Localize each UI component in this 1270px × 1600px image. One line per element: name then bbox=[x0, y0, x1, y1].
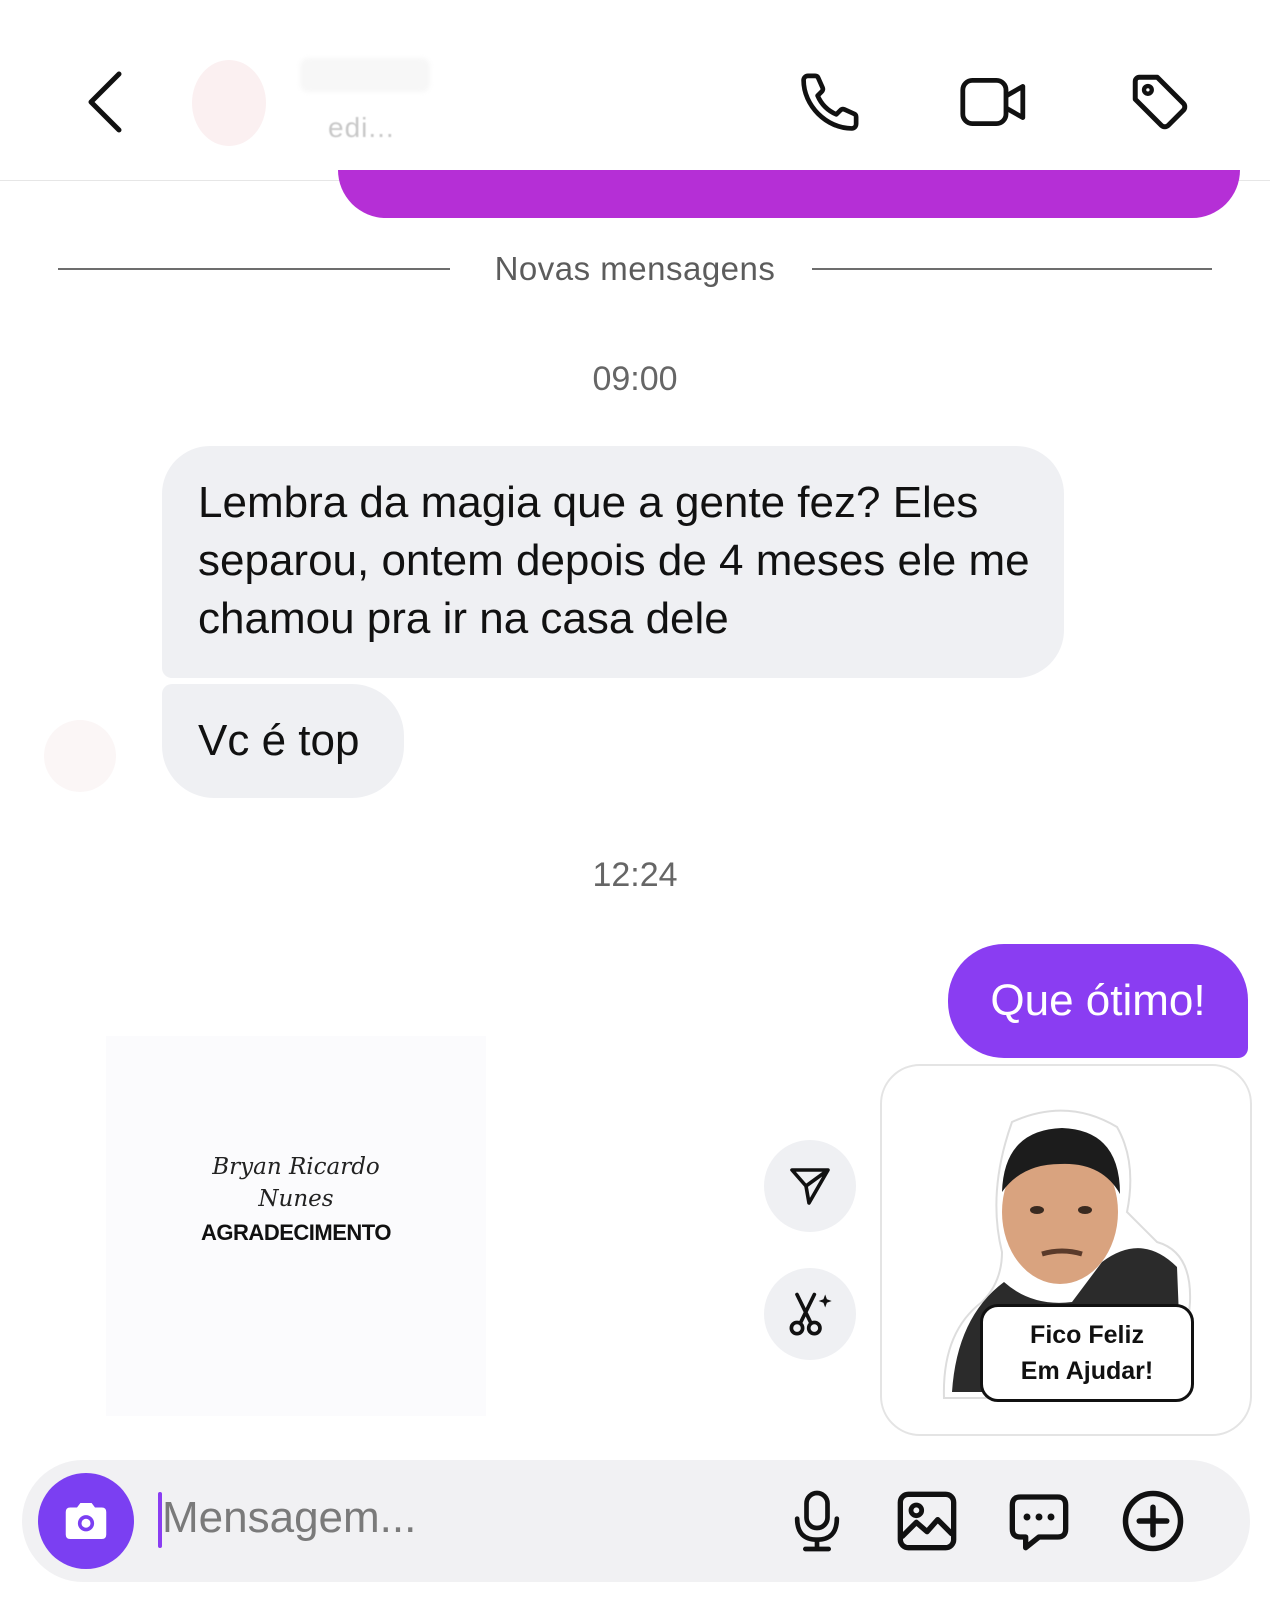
chat-bubble-icon bbox=[1009, 1494, 1069, 1551]
sticker-label: Fico Feliz Em Ajudar! bbox=[980, 1304, 1194, 1402]
video-call-button[interactable] bbox=[954, 62, 1034, 142]
new-messages-divider: Novas mensagens bbox=[494, 250, 776, 287]
divider-line-left bbox=[58, 268, 450, 270]
video-camera-icon bbox=[960, 78, 1026, 126]
message-timestamp: 09:00 bbox=[592, 360, 678, 398]
plus-circle-icon bbox=[1122, 1490, 1184, 1552]
camera-button[interactable] bbox=[38, 1473, 134, 1569]
call-button[interactable] bbox=[790, 62, 870, 142]
previous-message-bubble[interactable] bbox=[338, 170, 1240, 218]
divider-line-right bbox=[812, 268, 1212, 270]
image-signature-line: Nunes bbox=[258, 1186, 334, 1212]
message-timestamp: 12:24 bbox=[592, 856, 678, 894]
message-text: Lembra da magia que a gente fez? Eles se… bbox=[198, 478, 1030, 643]
contact-status: edi... bbox=[328, 112, 395, 143]
contact-name[interactable] bbox=[300, 58, 430, 92]
chevron-left-icon bbox=[88, 71, 122, 133]
quick-reply-button[interactable] bbox=[998, 1480, 1080, 1562]
sender-avatar[interactable] bbox=[44, 720, 116, 792]
cutout-button[interactable] bbox=[764, 1268, 856, 1360]
outgoing-message[interactable]: Que ótimo! bbox=[948, 944, 1248, 1058]
phone-icon bbox=[801, 73, 859, 131]
tag-icon bbox=[1132, 74, 1188, 130]
share-button[interactable] bbox=[764, 1140, 856, 1232]
gallery-button[interactable] bbox=[886, 1480, 968, 1562]
sticker-text-line: Fico Feliz bbox=[1030, 1321, 1144, 1349]
contact-avatar[interactable] bbox=[192, 60, 266, 146]
send-icon bbox=[790, 1168, 830, 1205]
incoming-message[interactable]: Vc é top bbox=[162, 684, 404, 798]
more-options-button[interactable] bbox=[1112, 1480, 1194, 1562]
voice-message-button[interactable] bbox=[776, 1480, 858, 1562]
chat-header bbox=[0, 0, 1270, 181]
image-message[interactable]: Bryan Ricardo Nunes AGRADECIMENTO bbox=[106, 1036, 486, 1416]
sticker-text-line: Em Ajudar! bbox=[1020, 1357, 1154, 1385]
scissors-sparkle-icon bbox=[789, 1292, 832, 1336]
back-button[interactable] bbox=[70, 62, 140, 142]
message-text: Vc é top bbox=[198, 716, 360, 765]
image-icon bbox=[897, 1491, 957, 1551]
camera-icon bbox=[65, 1503, 107, 1539]
message-input[interactable] bbox=[162, 1486, 752, 1550]
tag-button[interactable] bbox=[1120, 62, 1200, 142]
microphone-icon bbox=[794, 1490, 840, 1552]
image-caption: AGRADECIMENTO bbox=[201, 1220, 391, 1245]
message-text: Que ótimo! bbox=[990, 976, 1206, 1025]
sticker-message[interactable]: Fico Feliz Em Ajudar! bbox=[880, 1064, 1252, 1436]
image-signature-line: Bryan Ricardo bbox=[212, 1154, 380, 1180]
incoming-message[interactable]: Lembra da magia que a gente fez? Eles se… bbox=[162, 446, 1064, 678]
